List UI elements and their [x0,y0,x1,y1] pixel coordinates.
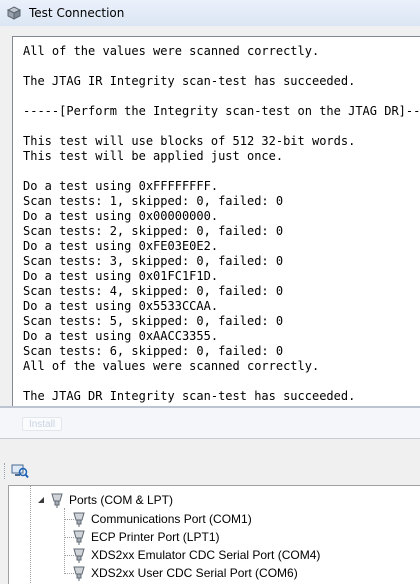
console-text: All of the values were scanned correctly… [23,44,420,404]
console-line: Scan tests: 1, skipped: 0, failed: 0 [23,194,284,208]
collapse-arrow-icon[interactable] [36,495,45,504]
console-line: Scan tests: 3, skipped: 0, failed: 0 [23,254,284,268]
port-icon [73,530,85,545]
console-line: Do a test using 0x00000000. [23,209,219,223]
console-line: Do a test using 0xFE03E0E2. [23,239,219,253]
category-label: Ports (COM & LPT) [69,493,174,507]
console-line: Do a test using 0x5533CCAA. [23,299,219,313]
console-line: -----[Perform the Integrity scan-test on… [23,104,420,118]
device-tree[interactable]: Ports (COM & LPT) Communications Port (C… [8,485,420,584]
tree-category-ports[interactable]: Ports (COM & LPT) [49,491,173,509]
console-line: The JTAG DR Integrity scan-test has succ… [23,389,356,403]
device-label: XDS2xx User CDC Serial Port (COM6) [91,566,298,580]
console-line: Scan tests: 4, skipped: 0, failed: 0 [23,284,284,298]
test-connection-app-icon [6,5,22,21]
device-manager-top: Install [0,408,420,438]
tree-connector [64,508,65,574]
tree-item-com6[interactable]: XDS2xx User CDC Serial Port (COM6) [71,564,298,582]
tree-item-lpt1[interactable]: ECP Printer Port (LPT1) [71,528,219,546]
port-icon [73,512,85,527]
device-manager-toolbar [0,439,420,485]
title-bar[interactable]: Test Connection [0,0,420,26]
window-title: Test Connection [29,6,125,20]
port-icon [73,566,85,581]
console-line: The JTAG IR Integrity scan-test has succ… [23,74,356,88]
tree-connector [30,486,31,584]
console-line: All of the values were scanned correctly… [23,359,320,373]
console-line: This test will use blocks of 512 32-bit … [23,134,356,148]
console-output-area[interactable]: All of the values were scanned correctly… [12,36,420,406]
console-line: Do a test using 0xAACC3355. [23,329,219,343]
device-label: XDS2xx Emulator CDC Serial Port (COM4) [91,548,321,562]
tree-item-com4[interactable]: XDS2xx Emulator CDC Serial Port (COM4) [71,546,320,564]
device-label: Communications Port (COM1) [91,512,252,526]
console-line: All of the values were scanned correctly… [23,44,320,58]
console-line: Scan tests: 6, skipped: 0, failed: 0 [23,344,284,358]
scan-hardware-icon[interactable] [10,462,30,480]
tree-item-com1[interactable]: Communications Port (COM1) [71,510,252,528]
port-icon [73,548,85,563]
device-label: ECP Printer Port (LPT1) [91,530,220,544]
faded-tab: Install [22,417,62,431]
port-icon [51,493,63,508]
console-line: Do a test using 0xFFFFFFFF. [23,179,219,193]
toolbar-grip [4,463,6,479]
console-line: Scan tests: 5, skipped: 0, failed: 0 [23,314,284,328]
console-line: Do a test using 0x01FC1F1D. [23,269,219,283]
console-line: This test will be applied just once. [23,149,284,163]
console-line: Scan tests: 2, skipped: 0, failed: 0 [23,224,284,238]
